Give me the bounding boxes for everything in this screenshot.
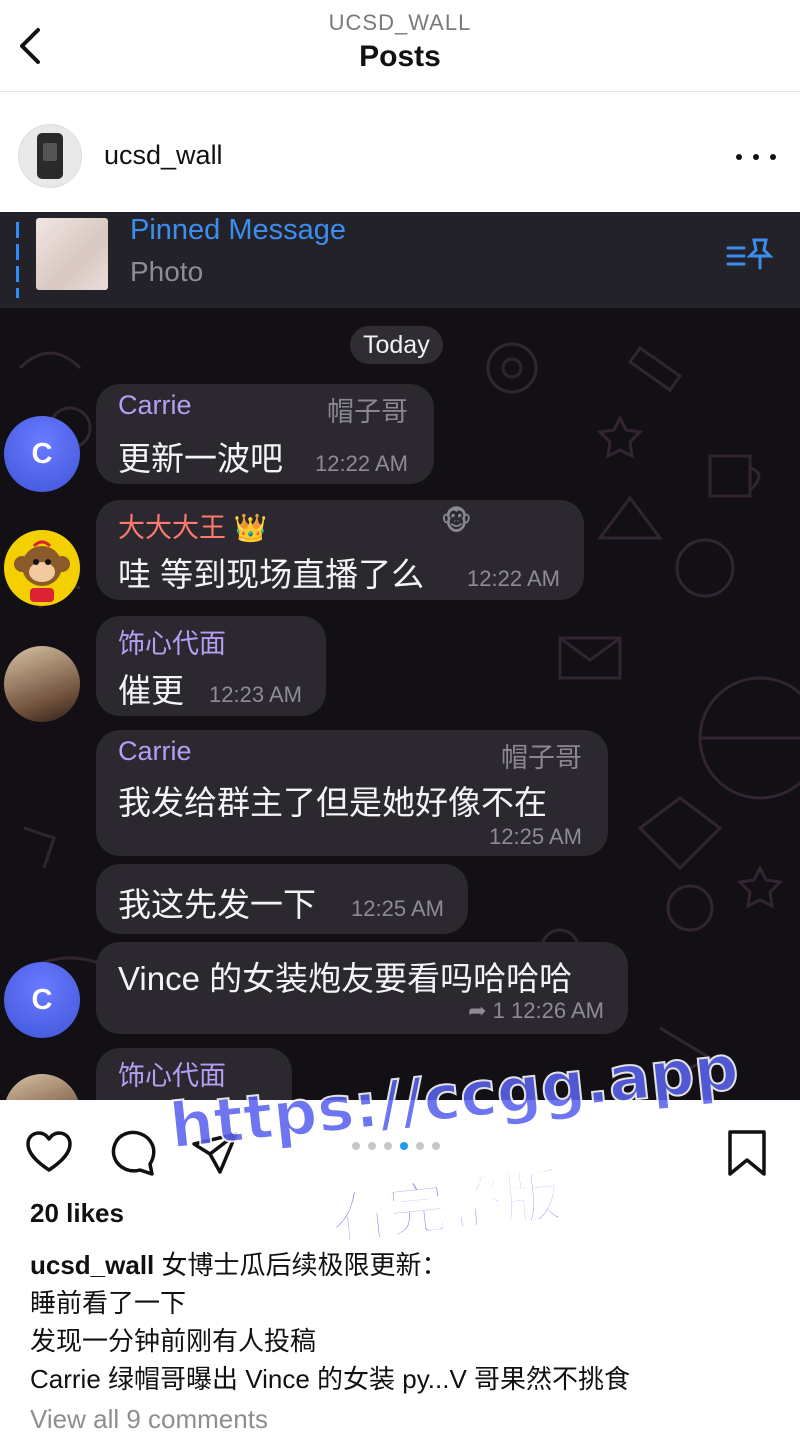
sender-name: 饰心代面 [118, 629, 226, 659]
post-image[interactable]: Pinned Message Photo Today C Carrie 帽子哥 … [0, 212, 800, 1100]
message-bubble: 饰心代面 催更 12:23 AM [96, 616, 326, 716]
more-options-button[interactable] [736, 142, 776, 172]
avatar[interactable] [4, 646, 80, 722]
message-text: 更新一波吧 [118, 440, 283, 477]
message-time: 12:22 AM [315, 451, 408, 476]
message-text: 催更 [118, 672, 184, 709]
caption-line: 睡前看了一下 [30, 1288, 187, 1318]
pinned-photo-thumbnail [36, 218, 108, 290]
caption-line: 女博士瓜后续极限更新： [161, 1250, 448, 1280]
message-time-value: 12:26 AM [511, 998, 604, 1023]
avatar[interactable]: C [4, 962, 80, 1038]
message-bubble: Vince 的女装炮友要看吗哈哈哈 ➦ 1 12:26 AM [96, 942, 628, 1034]
comment-icon[interactable] [108, 1128, 158, 1178]
view-all-comments-link[interactable]: View all 9 comments [30, 1404, 268, 1435]
message-bubble: 我这先发一下 12:25 AM [96, 864, 468, 934]
caption-line: Carrie 绿帽哥曝出 Vince 的女装 py...V 哥果然不挑食 [30, 1364, 631, 1394]
more-dot-icon [736, 154, 742, 160]
crown-icon: 👑 [233, 513, 268, 543]
message-time: 12:23 AM [209, 682, 302, 707]
post-caption: ucsd_wall 女博士瓜后续极限更新： 睡前看了一下 发现一分钟前刚有人投稿… [30, 1246, 770, 1398]
reply-arrow-icon: ➦ [468, 998, 487, 1023]
message-time: 12:25 AM [351, 896, 444, 921]
carousel-dot [416, 1142, 424, 1150]
carousel-dot-active [400, 1142, 408, 1150]
carousel-dot [368, 1142, 376, 1150]
message-text: 我这先发一下 [118, 886, 316, 923]
monkey-avatar-icon [14, 540, 70, 602]
message-time: 12:22 AM [467, 566, 560, 591]
sender-name: 大大大王 👑 [118, 513, 268, 543]
top-bar: UCSD_WALL Posts [0, 0, 800, 92]
bookmark-icon[interactable] [722, 1128, 772, 1178]
post-header: ucsd_wall [0, 92, 800, 212]
message-text: Vince 的女装炮友要看吗哈哈哈 [118, 960, 573, 997]
likes-count[interactable]: 20 likes [30, 1198, 124, 1229]
more-dot-icon [753, 154, 759, 160]
avatar[interactable] [4, 530, 80, 606]
sender-tag: 帽子哥 [327, 397, 408, 427]
sender-name: Carrie [118, 390, 192, 420]
caption-username[interactable]: ucsd_wall [30, 1250, 154, 1280]
avatar[interactable]: C [4, 416, 80, 492]
caption-line: 发现一分钟前刚有人投稿 [30, 1326, 317, 1356]
date-separator: Today [350, 326, 443, 364]
page-title: Posts [359, 40, 441, 73]
message-time: ➦ 1 12:26 AM [468, 998, 604, 1024]
message-text: 哇 等到现场直播了么 [118, 556, 425, 593]
more-dot-icon [770, 154, 776, 160]
message-bubble: 大大大王 👑 🐵 哇 等到现场直播了么 12:22 AM [96, 500, 584, 600]
sender-tag: 帽子哥 [501, 743, 582, 773]
heart-icon[interactable] [24, 1128, 74, 1178]
post-username[interactable]: ucsd_wall [104, 140, 223, 171]
pinned-subtitle: Photo [130, 256, 204, 287]
pinned-title: Pinned Message [130, 214, 347, 246]
account-name: UCSD_WALL [328, 10, 472, 35]
message-bubble: Carrie 帽子哥 我发给群主了但是她好像不在 12:25 AM [96, 730, 608, 856]
monkey-face-icon: 🐵 [440, 506, 472, 536]
pinned-message: Pinned Message Photo [0, 212, 800, 308]
message-bubble: Carrie 帽子哥 更新一波吧 12:22 AM [96, 384, 434, 484]
carousel-dot [432, 1142, 440, 1150]
reply-count: 1 [492, 998, 505, 1023]
sender-name: Carrie [118, 736, 192, 766]
pin-list-icon [726, 238, 774, 270]
message-time: 12:25 AM [489, 824, 582, 849]
pin-indicator [16, 222, 19, 298]
avatar[interactable] [18, 124, 82, 188]
message-text: 我发给群主了但是她好像不在 [118, 784, 547, 821]
carousel-dot [384, 1142, 392, 1150]
